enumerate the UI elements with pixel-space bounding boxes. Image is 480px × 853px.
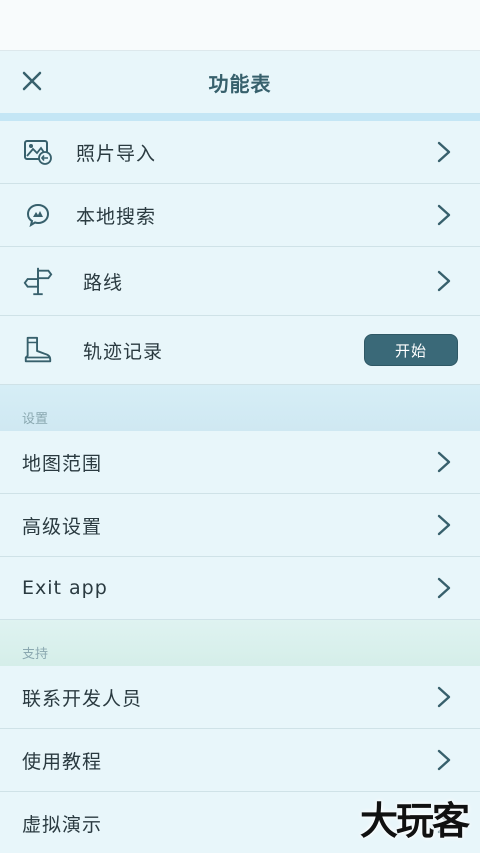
menu-item-label: 使用教程: [22, 750, 103, 773]
section-header-support: 支持: [0, 620, 480, 666]
location-search-icon: [22, 199, 54, 231]
chevron-right-icon: [437, 686, 451, 708]
watermark-logo: 大玩客: [359, 798, 470, 843]
menu-item-label: 虚拟演示: [22, 813, 103, 836]
chevron-right-icon: [437, 451, 451, 473]
menu-item-label: 路线: [83, 271, 124, 294]
settings-item-advanced[interactable]: 高级设置: [0, 494, 480, 557]
start-recording-button[interactable]: 开始: [364, 334, 458, 366]
menu-item-label: 轨迹记录: [83, 340, 164, 363]
menu-header: 功能表: [0, 51, 480, 113]
header-divider: [0, 113, 480, 121]
menu-item-label: 联系开发人员: [22, 687, 143, 710]
menu-item-label: 地图范围: [22, 452, 103, 475]
menu-item-label: 高级设置: [22, 515, 103, 538]
support-item-tutorial[interactable]: 使用教程: [0, 729, 480, 792]
menu-item-photo-import[interactable]: 照片导入: [0, 121, 480, 184]
menu-item-label: Exit app: [22, 577, 108, 599]
menu-item-route[interactable]: 路线: [0, 247, 480, 316]
menu-item-label: 本地搜索: [76, 205, 157, 228]
settings-item-exit-app[interactable]: Exit app: [0, 557, 480, 620]
photo-import-icon: [22, 136, 54, 168]
section-header-settings: 设置: [0, 385, 480, 431]
boot-icon: [22, 334, 54, 366]
chevron-right-icon: [437, 141, 451, 163]
section-label: 设置: [22, 412, 49, 427]
chevron-right-icon: [437, 204, 451, 226]
status-bar: [0, 0, 480, 51]
menu-item-local-search[interactable]: 本地搜索: [0, 184, 480, 247]
support-item-contact-developer[interactable]: 联系开发人员: [0, 666, 480, 729]
section-label: 支持: [22, 647, 49, 662]
settings-item-map-range[interactable]: 地图范围: [0, 431, 480, 494]
chevron-right-icon: [437, 270, 451, 292]
chevron-right-icon: [437, 514, 451, 536]
close-icon[interactable]: [20, 69, 44, 93]
page-title: 功能表: [208, 71, 272, 96]
chevron-right-icon: [437, 749, 451, 771]
menu-item-track-record: 轨迹记录 开始: [0, 316, 480, 385]
signpost-icon: [22, 265, 54, 297]
chevron-right-icon: [437, 577, 451, 599]
menu-item-label: 照片导入: [76, 142, 157, 165]
